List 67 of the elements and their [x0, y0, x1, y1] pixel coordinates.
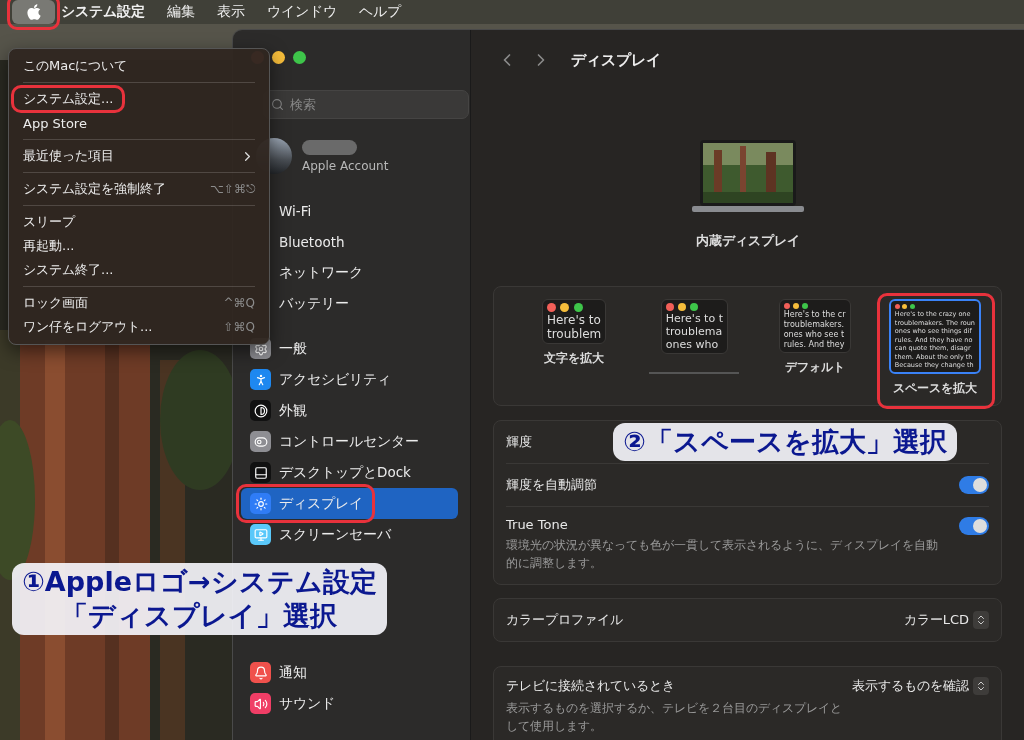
- preview-text: ones who: [665, 339, 720, 350]
- display-name: 内蔵ディスプレイ: [695, 232, 800, 250]
- stepper-icon: [973, 610, 989, 629]
- menu-item[interactable]: 再起動...: [9, 234, 269, 258]
- option-label: デフォルト: [784, 359, 845, 376]
- menu-item[interactable]: 最近使った項目: [9, 144, 269, 168]
- shortcut-text: ^⌘Q: [223, 296, 255, 310]
- sidebar-item[interactable]: サウンド: [241, 688, 458, 719]
- popup-button[interactable]: 表示するものを確認: [852, 676, 989, 695]
- callout-text: ②「スペースを拡大」選択: [623, 425, 947, 459]
- callout-text: ①Appleロゴ→システム設定: [22, 565, 377, 599]
- option-label: 文字を拡大: [544, 350, 605, 367]
- shortcut-text: ⌥⇧⌘⎋: [210, 182, 255, 196]
- menu-title[interactable]: ヘルプ: [359, 3, 401, 21]
- preview-text: troublem: [546, 328, 602, 340]
- sidebar-item[interactable]: 通知: [241, 657, 458, 688]
- preview-text: ones who see t: [783, 331, 846, 339]
- sidebar-item[interactable]: コントロールセンター: [241, 426, 458, 457]
- resolution-preview[interactable]: Here's to t troublema ones who: [660, 299, 728, 354]
- preview-text: Here's to: [546, 314, 602, 326]
- setting-label: 輝度: [506, 432, 532, 451]
- stepper-icon: [973, 676, 989, 695]
- menu-title[interactable]: ウインドウ: [267, 3, 337, 21]
- preview-text: troublemakers.: [783, 321, 846, 329]
- menu-item[interactable]: このMacについて: [9, 54, 269, 78]
- window-buttons-icon: [546, 303, 583, 312]
- page-title: ディスプレイ: [571, 50, 661, 70]
- window-buttons-icon: [783, 303, 808, 309]
- search-icon: [271, 98, 284, 111]
- setting-label: テレビに接続されているとき: [506, 676, 676, 695]
- resolution-preview[interactable]: Here's to troublem: [541, 299, 607, 344]
- setting-label: 輝度を自動調節: [506, 475, 597, 494]
- menu-item[interactable]: システム設定を強制終了 ⌥⇧⌘⎋: [9, 177, 269, 201]
- menu-title[interactable]: システム設定: [61, 3, 145, 21]
- window-buttons-icon: [665, 303, 698, 311]
- toggle-switch[interactable]: [959, 516, 989, 535]
- toggle-switch[interactable]: [959, 475, 989, 494]
- menu-item[interactable]: システム終了...: [9, 258, 269, 282]
- callout-text: 「ディスプレイ」選択: [61, 598, 338, 633]
- menu-item[interactable]: ワン仔をログアウト... ⇧⌘Q: [9, 315, 269, 339]
- setting-label: True Tone: [506, 516, 569, 532]
- menu-item[interactable]: ロック画面 ^⌘Q: [9, 291, 269, 315]
- resolution-preview[interactable]: Here's to the cr troublemakers. ones who see t rules. And they: [778, 299, 851, 353]
- window-buttons-icon: [894, 304, 915, 309]
- account-label: Apple Account: [302, 158, 389, 173]
- preview-text: rules. And they: [783, 341, 846, 349]
- sidebar-item[interactable]: デスクトップとDock: [241, 457, 458, 488]
- sidebar-item[interactable]: スクリーンセーバ: [241, 519, 458, 550]
- preview-text: Here's to the cr: [783, 311, 846, 319]
- preview-text: troublema: [665, 326, 723, 337]
- popup-button[interactable]: カラーLCD: [903, 610, 989, 629]
- setting-description: 環境光の状況が異なっても色が一貫して表示されるように、ディスプレイを自動的に調整します。: [506, 536, 939, 572]
- setting-description: 表示するものを選択するか、テレビを２台目のディスプレイとして使用します。: [506, 699, 843, 735]
- zoom-button[interactable]: [293, 51, 306, 64]
- setting-label: カラープロファイル: [506, 610, 623, 629]
- menu-item[interactable]: スリープ: [9, 210, 269, 234]
- blurred-name: [302, 139, 357, 155]
- minimize-button[interactable]: [272, 51, 285, 64]
- option-label: スペースを拡大: [892, 379, 977, 397]
- shortcut-text: ⇧⌘Q: [223, 320, 255, 334]
- menu-title[interactable]: 編集: [167, 3, 195, 21]
- menu-title[interactable]: 表示: [217, 3, 245, 21]
- apple-menu-button[interactable]: [12, 0, 55, 24]
- sidebar-item[interactable]: アクセシビリティ: [241, 364, 458, 395]
- apple-icon: [24, 3, 43, 21]
- preview-text: Here's to t: [665, 313, 723, 324]
- sidebar-item[interactable]: 外観: [241, 395, 458, 426]
